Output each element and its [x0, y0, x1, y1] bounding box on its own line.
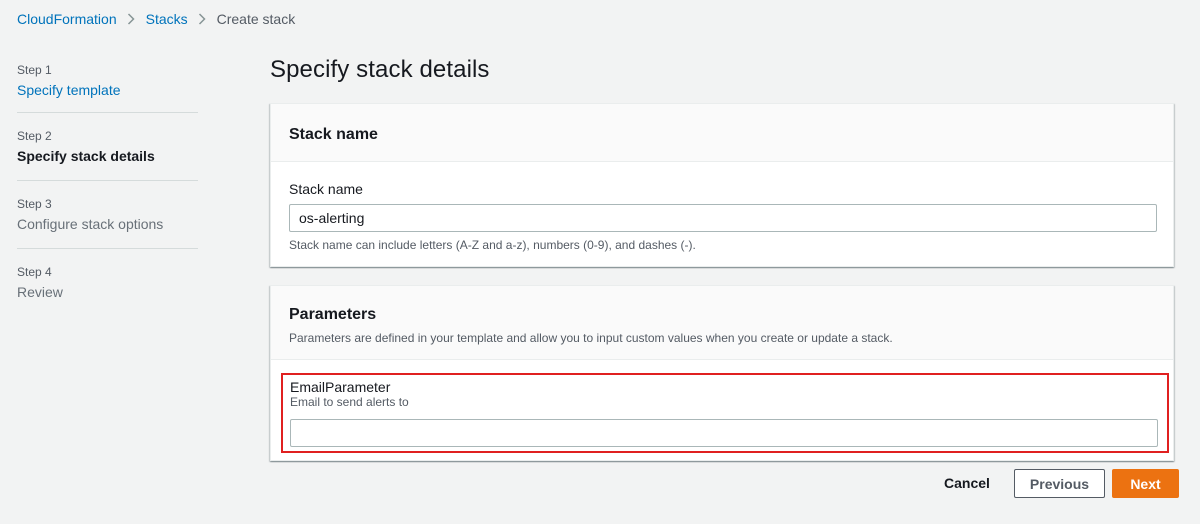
panel-description: Parameters are defined in your template … [289, 331, 893, 345]
breadcrumb-cloudformation[interactable]: CloudFormation [17, 11, 117, 27]
chevron-right-icon [188, 13, 217, 25]
step-number: Step 4 [17, 265, 52, 279]
email-parameter-label: EmailParameter [290, 379, 391, 395]
step-review: Review [17, 284, 63, 300]
panel-header: Parameters Parameters are defined in you… [271, 286, 1173, 360]
breadcrumb-stacks[interactable]: Stacks [146, 11, 188, 27]
page-title: Specify stack details [270, 56, 490, 83]
breadcrumb: CloudFormation Stacks Create stack [17, 11, 295, 27]
stack-name-help: Stack name can include letters (A-Z and … [289, 238, 696, 252]
step-2: Step 2 Specify stack details [17, 112, 198, 180]
step-number: Step 3 [17, 197, 52, 211]
step-3: Step 3 Configure stack options [17, 180, 198, 248]
step-4: Step 4 Review [17, 248, 198, 308]
email-parameter-description: Email to send alerts to [290, 395, 409, 409]
stack-name-panel: Stack name Stack name Stack name can inc… [270, 103, 1174, 267]
breadcrumb-current: Create stack [216, 11, 296, 27]
stack-name-label: Stack name [289, 181, 363, 197]
step-number: Step 1 [17, 63, 52, 77]
step-current-specify-stack-details: Specify stack details [17, 148, 155, 164]
step-link-specify-template[interactable]: Specify template [17, 81, 198, 99]
panel-header: Stack name [271, 104, 1173, 162]
panel-title: Stack name [289, 126, 378, 143]
email-parameter-highlight: EmailParameter Email to send alerts to [281, 373, 1169, 453]
step-configure-stack-options: Configure stack options [17, 216, 164, 232]
parameters-panel: Parameters Parameters are defined in you… [270, 285, 1174, 461]
stack-name-input[interactable] [289, 204, 1157, 232]
chevron-right-icon [117, 13, 146, 25]
step-1: Step 1 Specify template [17, 62, 198, 112]
wizard-steps: Step 1 Specify template Step 2 Specify s… [17, 62, 198, 308]
next-button[interactable]: Next [1112, 469, 1179, 498]
panel-title: Parameters [289, 306, 377, 323]
previous-button[interactable]: Previous [1014, 469, 1105, 498]
step-number: Step 2 [17, 129, 52, 143]
cancel-button[interactable]: Cancel [937, 469, 997, 497]
email-parameter-input[interactable] [290, 419, 1158, 447]
panel-body: Stack name Stack name can include letter… [271, 162, 1173, 252]
